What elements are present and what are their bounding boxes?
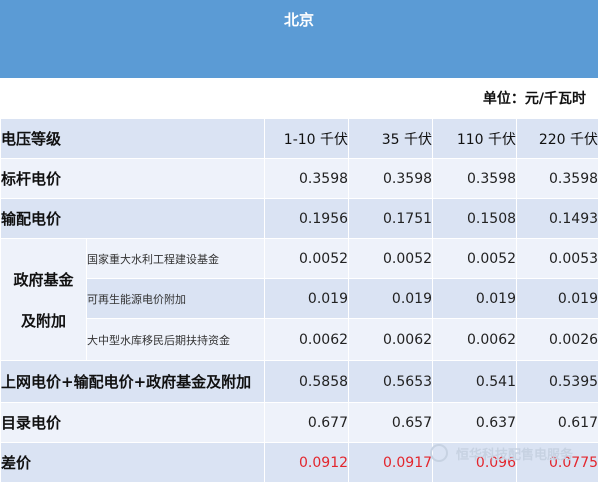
title-text: 北京: [284, 9, 314, 30]
row-label: 输配电价: [1, 199, 265, 239]
table-cell: 0.3598: [433, 159, 517, 199]
row-label: 标杆电价: [1, 159, 265, 199]
table-cell: 0.0052: [349, 239, 433, 279]
fund-group-label: 政府基金 及附加: [1, 239, 87, 361]
fund-label-line2: 及附加: [1, 310, 86, 331]
table-cell: 0.0062: [433, 319, 517, 361]
title-band: [0, 38, 598, 78]
table-row: 标杆电价 0.3598 0.3598 0.3598 0.3598: [1, 159, 598, 199]
table-cell: 0.657: [349, 403, 433, 443]
table-cell: 0.1956: [265, 199, 349, 239]
fund-item-label: 大中型水库移民后期扶持资金: [87, 319, 265, 361]
fund-row: 大中型水库移民后期扶持资金 0.0062 0.0062 0.0062 0.002…: [1, 319, 598, 361]
table-cell: 0.5395: [517, 361, 598, 403]
table-cell: 0.0026: [517, 319, 598, 361]
table-cell: 0.019: [433, 279, 517, 319]
table-cell: 0.019: [517, 279, 598, 319]
table-cell: 0.1751: [349, 199, 433, 239]
diff-cell: 0.0912: [265, 443, 349, 483]
table-cell: 0.3598: [349, 159, 433, 199]
unit-row: 单位：元/千瓦时: [0, 78, 598, 118]
fund-item-label: 可再生能源电价附加: [87, 279, 265, 319]
diff-cell: 0.0775: [517, 443, 598, 483]
diff-row: 差价 0.0912 0.0917 0.096 0.0775: [1, 443, 598, 483]
table-cell: 0.617: [517, 403, 598, 443]
unit-label: 单位：元/千瓦时: [483, 88, 598, 108]
table-cell: 0.0053: [517, 239, 598, 279]
table-cell: 0.019: [265, 279, 349, 319]
table-title: 北京: [0, 0, 598, 38]
table-cell: 0.0052: [265, 239, 349, 279]
voltage-level: 110 千伏: [433, 119, 517, 159]
table-cell: 0.541: [433, 361, 517, 403]
table-cell: 0.1493: [517, 199, 598, 239]
table-cell: 0.0052: [433, 239, 517, 279]
voltage-header-label: 电压等级: [1, 119, 265, 159]
row-label: 目录电价: [1, 403, 265, 443]
table-cell: 0.0062: [265, 319, 349, 361]
diff-cell: 0.0917: [349, 443, 433, 483]
table-cell: 0.019: [349, 279, 433, 319]
voltage-header-row: 电压等级 1-10 千伏 35 千伏 110 千伏 220 千伏: [1, 119, 598, 159]
row-label: 上网电价+输配电价+政府基金及附加: [1, 361, 265, 403]
diff-cell: 0.096: [433, 443, 517, 483]
fund-row: 可再生能源电价附加 0.019 0.019 0.019 0.019: [1, 279, 598, 319]
table-cell: 0.1508: [433, 199, 517, 239]
fund-item-label: 国家重大水利工程建设基金: [87, 239, 265, 279]
catalog-row: 目录电价 0.677 0.657 0.637 0.617: [1, 403, 598, 443]
table-cell: 0.3598: [265, 159, 349, 199]
fund-label-line1: 政府基金: [1, 269, 86, 290]
voltage-level: 35 千伏: [349, 119, 433, 159]
table-cell: 0.5653: [349, 361, 433, 403]
voltage-level: 220 千伏: [517, 119, 598, 159]
table-cell: 0.677: [265, 403, 349, 443]
price-table: 电压等级 1-10 千伏 35 千伏 110 千伏 220 千伏 标杆电价 0.…: [0, 118, 598, 483]
table-cell: 0.0062: [349, 319, 433, 361]
row-label: 差价: [1, 443, 265, 483]
table-cell: 0.5858: [265, 361, 349, 403]
table-row: 输配电价 0.1956 0.1751 0.1508 0.1493: [1, 199, 598, 239]
voltage-level: 1-10 千伏: [265, 119, 349, 159]
fund-row: 政府基金 及附加 国家重大水利工程建设基金 0.0052 0.0052 0.00…: [1, 239, 598, 279]
table-cell: 0.637: [433, 403, 517, 443]
table-cell: 0.3598: [517, 159, 598, 199]
sum-row: 上网电价+输配电价+政府基金及附加 0.5858 0.5653 0.541 0.…: [1, 361, 598, 403]
